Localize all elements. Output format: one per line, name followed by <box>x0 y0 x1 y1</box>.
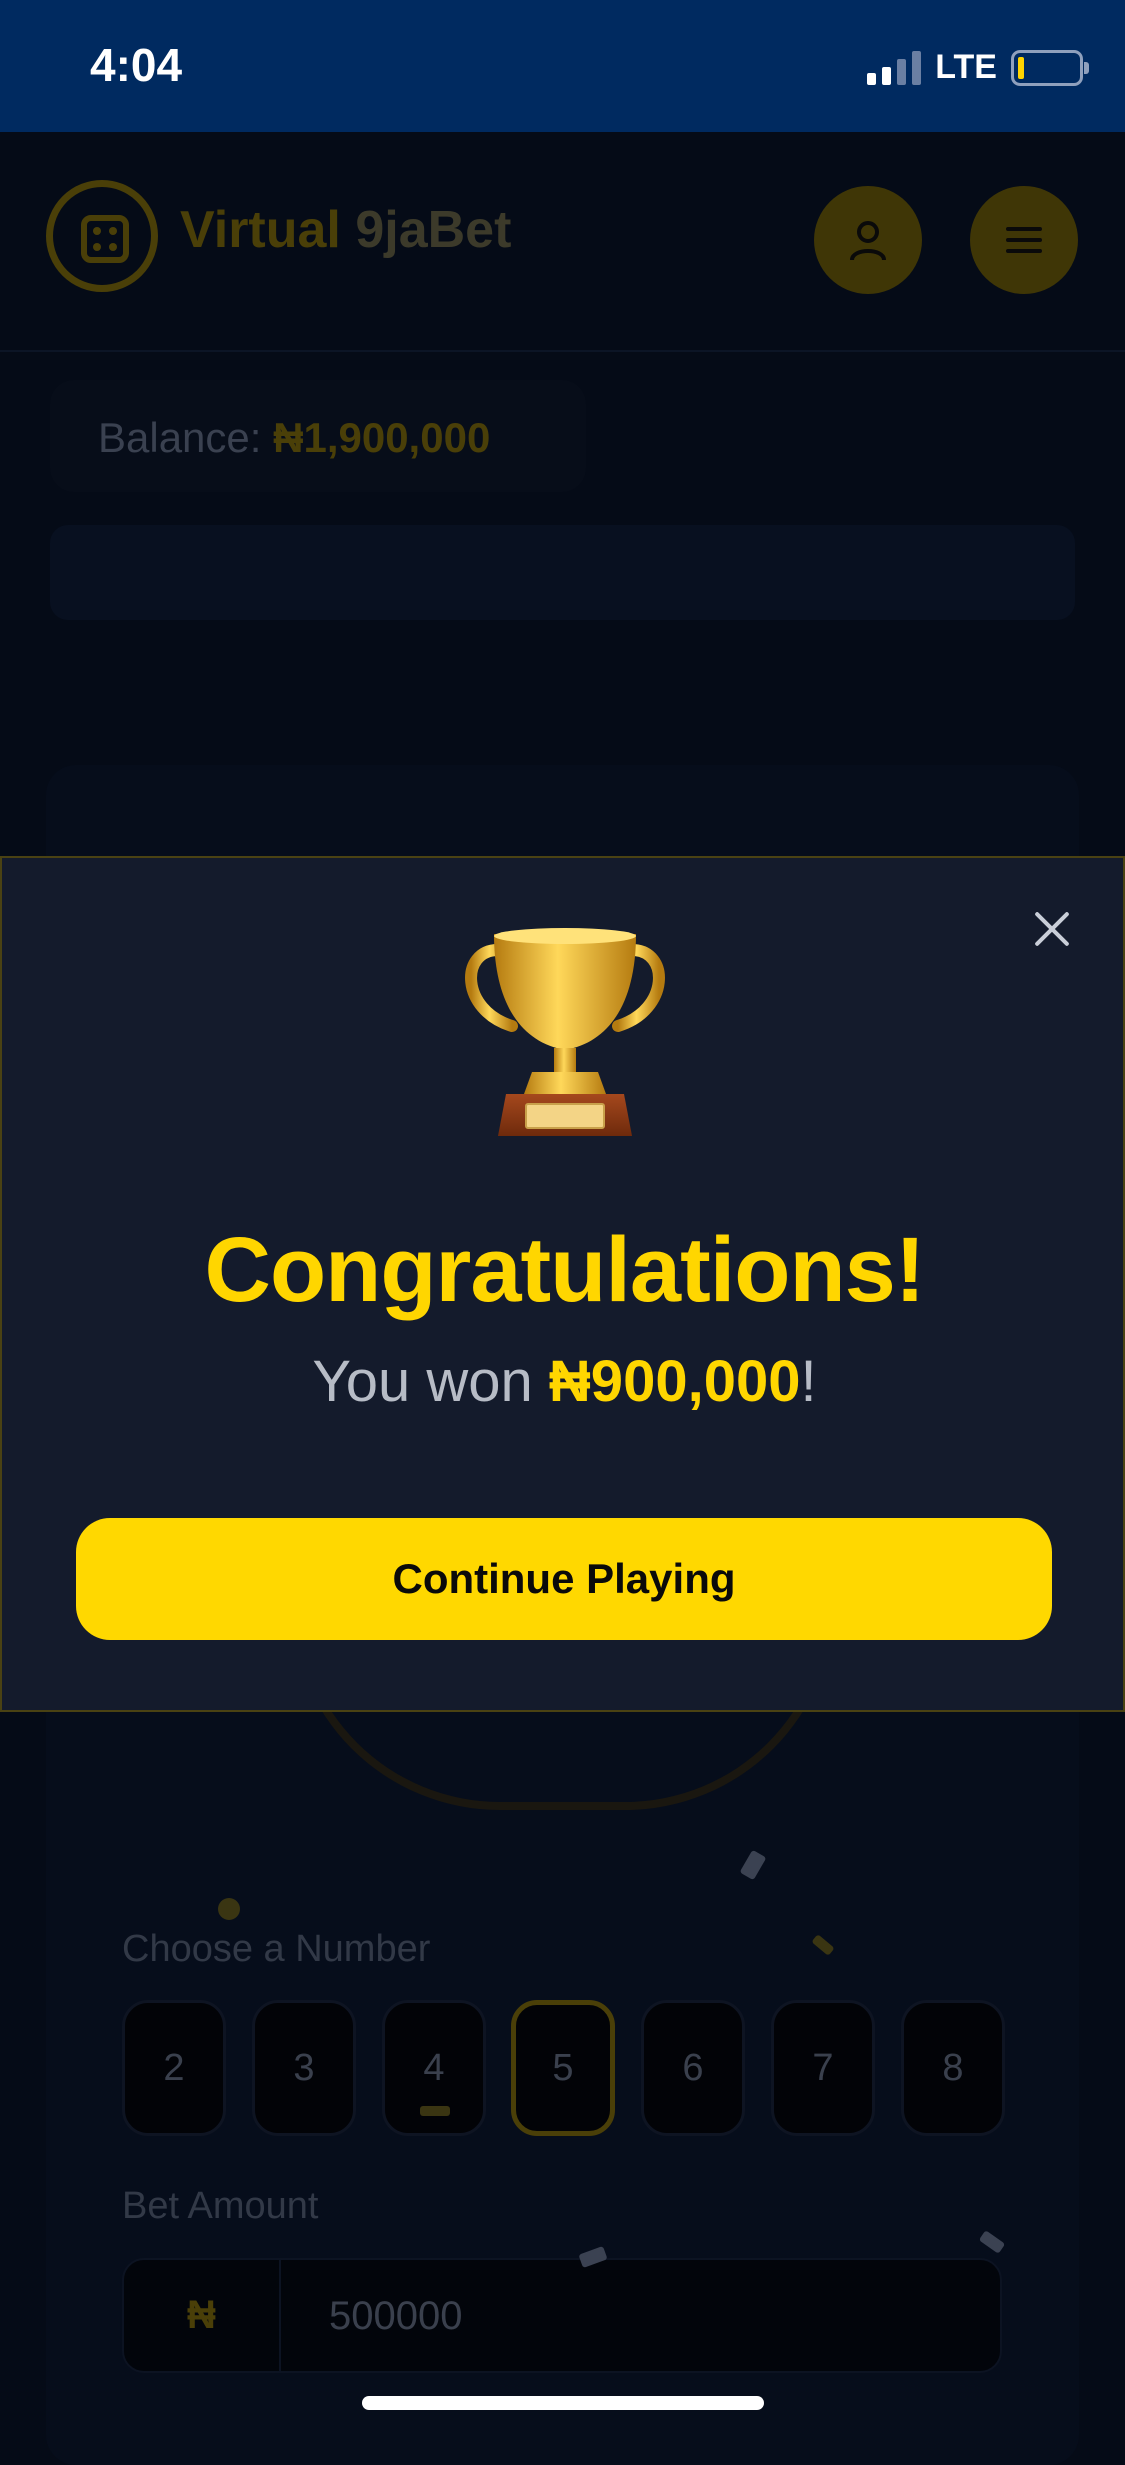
status-time: 4:04 <box>90 39 183 91</box>
continue-playing-button[interactable]: Continue Playing <box>76 1518 1052 1640</box>
close-icon[interactable] <box>1033 910 1071 948</box>
number-button-7[interactable]: 7 <box>771 2000 875 2136</box>
bet-amount-label: Bet Amount <box>122 2185 319 2227</box>
brand-part2: 9jaBet <box>355 201 512 259</box>
info-strip <box>50 525 1075 620</box>
battery-icon <box>1011 49 1089 86</box>
bet-amount-field[interactable]: ₦ 500000 <box>122 2258 1002 2373</box>
number-button-5[interactable]: 5 <box>511 2000 615 2136</box>
menu-icon <box>1006 227 1042 253</box>
dice-icon <box>46 180 158 292</box>
confetti <box>218 1898 240 1920</box>
balance-card: Balance: ₦1,900,000 <box>50 380 586 492</box>
currency-symbol: ₦ <box>124 2260 281 2371</box>
user-icon <box>850 221 886 261</box>
home-indicator[interactable] <box>362 2396 764 2410</box>
win-amount: ₦900,000 <box>548 1349 801 1414</box>
brand-part1: Virtual <box>180 201 341 259</box>
modal-title: Congratulations! <box>204 1219 926 1321</box>
number-button-3[interactable]: 3 <box>252 2000 356 2136</box>
number-button-8[interactable]: 8 <box>901 2000 1005 2136</box>
network-label: LTE <box>935 48 997 86</box>
trophy-icon <box>465 928 665 1136</box>
choose-number-label: Choose a Number <box>122 1928 431 1970</box>
balance-label: Balance: <box>98 414 262 461</box>
number-button-6[interactable]: 6 <box>641 2000 745 2136</box>
signal-icon <box>867 50 922 85</box>
brand-name: Virtual 9jaBet <box>180 200 511 260</box>
balance-value: ₦1,900,000 <box>273 414 491 461</box>
menu-button[interactable] <box>970 186 1078 294</box>
win-modal: Congratulations! You won ₦900,000! Conti… <box>0 856 1125 1712</box>
bet-amount-input[interactable]: 500000 <box>329 2294 462 2339</box>
number-button-2[interactable]: 2 <box>122 2000 226 2136</box>
app-header: Virtual 9jaBet <box>0 132 1125 352</box>
win-message: You won ₦900,000! <box>2 1348 1125 1415</box>
win-message-suffix: ! <box>800 1349 817 1414</box>
status-right: LTE <box>867 48 1089 87</box>
status-bar: 4:04 LTE <box>0 0 1125 132</box>
win-message-prefix: You won <box>312 1349 549 1414</box>
confetti <box>420 2106 450 2116</box>
profile-button[interactable] <box>814 186 922 294</box>
